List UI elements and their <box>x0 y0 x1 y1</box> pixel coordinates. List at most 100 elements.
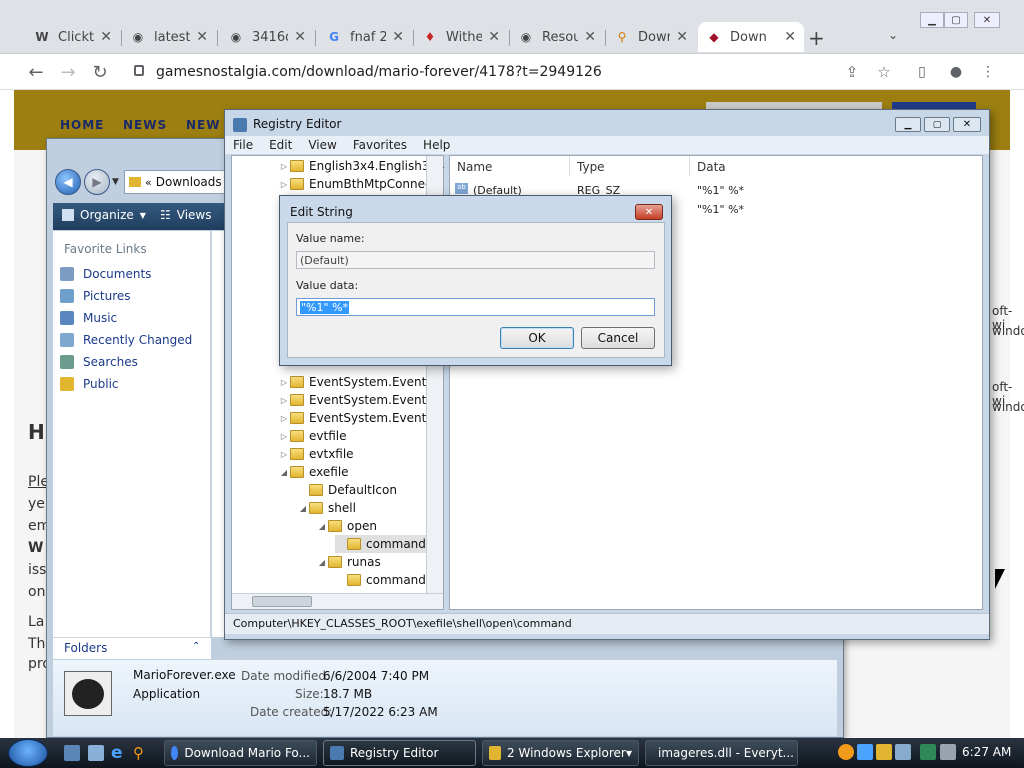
chevron-up-icon[interactable]: ⌃ <box>192 641 200 652</box>
collapse-arrow-icon[interactable]: ◢ <box>316 558 328 567</box>
expand-arrow-icon[interactable]: ▷ <box>278 162 290 171</box>
internet-explorer-icon[interactable]: e <box>111 743 123 763</box>
expand-arrow-icon[interactable]: ▷ <box>278 450 290 459</box>
favlink-pictures[interactable]: Pictures <box>60 286 131 306</box>
search-icon[interactable]: ⚲ <box>133 744 144 762</box>
profile-avatar-icon[interactable]: ● <box>944 60 968 84</box>
explorer-address-bar[interactable]: « Downloads <box>124 170 226 194</box>
menu-kebab-icon[interactable]: ⋮ <box>976 60 1000 84</box>
collapse-arrow-icon[interactable]: ◢ <box>278 468 290 477</box>
tree-node-shell[interactable]: ◢ shell <box>297 499 356 517</box>
expand-arrow-icon[interactable]: ▷ <box>278 432 290 441</box>
tree-node[interactable]: ▷ evtxfile <box>278 445 354 463</box>
column-header-name[interactable]: Name <box>457 160 492 174</box>
tab-clickte[interactable]: W Clickte ✕ <box>26 22 120 52</box>
show-desktop-icon[interactable] <box>64 745 80 761</box>
tree-node[interactable]: ▷ EventSystem.EventSy <box>278 391 441 409</box>
start-orb-icon[interactable] <box>8 739 48 767</box>
scrollbar-thumb[interactable] <box>252 596 312 607</box>
tree-node[interactable]: ▷ EventSystem.EventSu <box>278 373 442 391</box>
expand-arrow-icon[interactable]: ▷ <box>278 180 290 189</box>
favlink-recently-changed[interactable]: Recently Changed <box>60 330 192 350</box>
tree-node-command-selected[interactable]: command <box>335 535 426 553</box>
favlink-searches[interactable]: Searches <box>60 352 138 372</box>
menu-view[interactable]: View <box>300 136 344 154</box>
close-icon[interactable]: ✕ <box>584 29 596 45</box>
forward-arrow-icon[interactable]: → <box>56 60 80 84</box>
taskbar-chrome[interactable]: Download Mario Fo... <box>164 740 317 766</box>
favlink-music[interactable]: Music <box>60 308 117 328</box>
tree-node-runas[interactable]: ◢ runas <box>316 553 381 571</box>
nav-new[interactable]: NEW <box>186 118 220 132</box>
display-tray-icon[interactable] <box>895 744 911 760</box>
address-bar[interactable]: gamesnostalgia.com/download/mario-foreve… <box>156 64 602 80</box>
expand-arrow-icon[interactable]: ▷ <box>278 396 290 405</box>
views-button[interactable]: ☷ Views <box>160 208 212 222</box>
tab-fnaf2[interactable]: G fnaf 2 ✕ <box>318 22 412 52</box>
tab-latest[interactable]: ◉ latest ✕ <box>122 22 216 52</box>
column-divider[interactable] <box>689 156 690 176</box>
side-panel-icon[interactable]: ▯ <box>910 60 934 84</box>
column-divider[interactable] <box>569 156 570 176</box>
everything-tray-icon[interactable] <box>838 744 854 760</box>
close-button[interactable]: ✕ <box>953 117 981 132</box>
column-header-data[interactable]: Data <box>697 160 726 174</box>
favlink-public[interactable]: Public <box>60 374 119 394</box>
column-header-type[interactable]: Type <box>577 160 605 174</box>
minimize-button[interactable]: ▁ <box>920 12 944 28</box>
tree-node[interactable]: command <box>335 571 426 589</box>
close-icon[interactable]: ✕ <box>100 29 112 45</box>
tab-3416q[interactable]: ◉ 3416q ✕ <box>220 22 314 52</box>
collapse-arrow-icon[interactable]: ◢ <box>297 504 309 513</box>
tree-node[interactable]: ▷ evtfile <box>278 427 347 445</box>
bookmark-star-icon[interactable]: ☆ <box>872 60 896 84</box>
tab-search-chevron-icon[interactable]: ⌄ <box>888 28 898 42</box>
menu-help[interactable]: Help <box>415 136 458 154</box>
menu-edit[interactable]: Edit <box>261 136 300 154</box>
tree-node-exefile[interactable]: ◢ exefile <box>278 463 349 481</box>
close-icon[interactable]: ✕ <box>294 29 306 45</box>
maximize-button[interactable]: ▢ <box>924 117 950 132</box>
expand-arrow-icon[interactable]: ▷ <box>278 378 290 387</box>
back-arrow-icon[interactable]: ← <box>24 60 48 84</box>
close-icon[interactable]: ✕ <box>196 29 208 45</box>
collapse-arrow-icon[interactable]: ◢ <box>316 522 328 531</box>
back-arrow-icon[interactable]: ◀ <box>55 169 81 195</box>
expand-arrow-icon[interactable]: ▷ <box>278 414 290 423</box>
network-tray-icon[interactable] <box>857 744 873 760</box>
ok-button[interactable]: OK <box>500 327 574 349</box>
value-data-input[interactable]: "%1" %* <box>296 298 655 316</box>
network-status-icon[interactable] <box>920 744 936 760</box>
share-icon[interactable]: ⇪ <box>840 60 864 84</box>
cancel-button[interactable]: Cancel <box>581 327 655 349</box>
nav-news[interactable]: NEWS <box>123 118 167 132</box>
tree-node[interactable]: DefaultIcon <box>297 481 397 499</box>
close-button[interactable]: ✕ <box>974 12 1000 28</box>
menu-favorites[interactable]: Favorites <box>345 136 415 154</box>
nav-home[interactable]: HOME <box>60 118 104 132</box>
tree-node-open[interactable]: ◢ open <box>316 517 377 535</box>
clock[interactable]: 6:27 AM <box>962 745 1011 759</box>
menu-file[interactable]: File <box>225 136 261 154</box>
new-tab-plus-icon[interactable]: + <box>808 26 825 50</box>
close-icon[interactable]: ✕ <box>392 29 404 45</box>
close-icon[interactable]: ✕ <box>784 29 796 45</box>
taskbar-windows-explorer[interactable]: 2 Windows Explorer ▼ <box>482 740 639 766</box>
tree-node[interactable]: ▷ EnumBthMtpConnec <box>278 175 432 193</box>
tree-node[interactable]: ▷ EventSystem.EventSy <box>278 409 441 427</box>
forward-arrow-icon[interactable]: ▶ <box>84 169 110 195</box>
taskbar-registry-editor[interactable]: Registry Editor <box>323 740 476 766</box>
maximize-button[interactable]: ▢ <box>944 12 968 28</box>
minimize-button[interactable]: ▁ <box>895 117 921 132</box>
organize-button[interactable]: Organize ▼ <box>62 208 146 222</box>
recent-pages-chevron-icon[interactable]: ▼ <box>112 177 119 187</box>
folder-tray-icon[interactable] <box>876 744 892 760</box>
taskbar-everything[interactable]: imageres.dll - Everyt... <box>645 740 798 766</box>
tree-node[interactable]: ▷ English3x4.English3x4 <box>278 157 444 175</box>
favlink-documents[interactable]: Documents <box>60 264 151 284</box>
tab-resou[interactable]: ◉ Resou ✕ <box>510 22 604 52</box>
close-icon[interactable]: ✕ <box>488 29 500 45</box>
switch-windows-icon[interactable] <box>88 745 104 761</box>
volume-muted-icon[interactable] <box>940 744 956 760</box>
reload-icon[interactable]: ↻ <box>88 60 112 84</box>
